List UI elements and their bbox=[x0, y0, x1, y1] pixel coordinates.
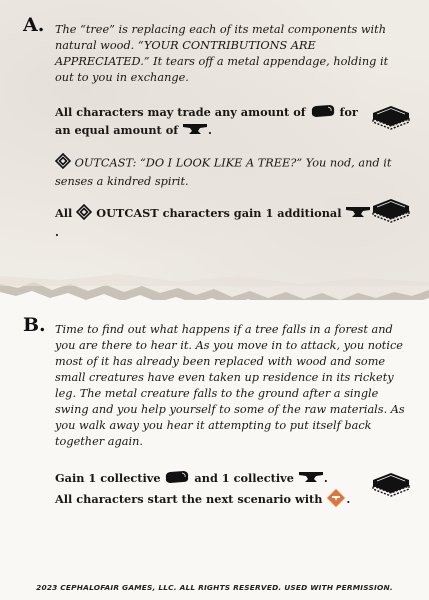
anvil-icon bbox=[182, 122, 208, 140]
gain2-text-1: All characters start the next scenario w… bbox=[55, 492, 323, 506]
option-a-trade: All characters may trade any amount of f… bbox=[55, 104, 385, 140]
option-a-intro: The “tree” is replacing each of its meta… bbox=[55, 23, 389, 84]
option-b-label: B. bbox=[23, 314, 46, 336]
copyright-footer: 2023 CEPHALOFAIR GAMES, LLC. ALL RIGHTS … bbox=[36, 583, 393, 592]
gain1-text-2: and 1 collective bbox=[194, 471, 294, 485]
outcast-class-icon bbox=[54, 152, 72, 174]
campaign-sheet-icon bbox=[369, 470, 413, 502]
gain1-text-3: . bbox=[323, 471, 328, 485]
outcast-quote: “DO I LOOK LIKE A TREE?” bbox=[139, 156, 303, 170]
gain-text-3: . bbox=[55, 225, 59, 239]
gain-text-2: OUTCAST characters gain 1 additional bbox=[96, 206, 342, 220]
wood-icon bbox=[164, 470, 190, 488]
trade-text-2: for bbox=[339, 105, 358, 119]
trade-text-3: an equal amount of bbox=[55, 123, 179, 137]
gain2-text-2: . bbox=[346, 492, 351, 506]
wood-icon bbox=[310, 104, 336, 122]
anvil-icon bbox=[345, 205, 371, 223]
trade-text-1: All characters may trade any amount of bbox=[55, 105, 306, 119]
anvil-icon bbox=[298, 470, 324, 488]
condition-token-icon bbox=[326, 488, 346, 512]
gain1-text-1: Gain 1 collective bbox=[55, 471, 161, 485]
option-a-gain: All OUTCAST characters gain 1 additional… bbox=[55, 203, 375, 240]
trade-text-4: . bbox=[208, 123, 212, 137]
campaign-sheet-icon bbox=[369, 103, 413, 135]
outcast-class-icon bbox=[76, 203, 93, 224]
option-a-outcast-text: OUTCAST: “DO I LOOK LIKE A TREE?” You no… bbox=[54, 152, 409, 190]
outcast-label: OUTCAST: bbox=[74, 156, 137, 170]
campaign-sheet-icon bbox=[369, 196, 413, 228]
option-a-label: A. bbox=[23, 14, 45, 36]
gain-text-1: All bbox=[55, 206, 73, 220]
option-b-gain: Gain 1 collective and 1 collective . All… bbox=[55, 470, 365, 512]
option-b-intro: Time to find out what happens if a tree … bbox=[55, 323, 405, 448]
